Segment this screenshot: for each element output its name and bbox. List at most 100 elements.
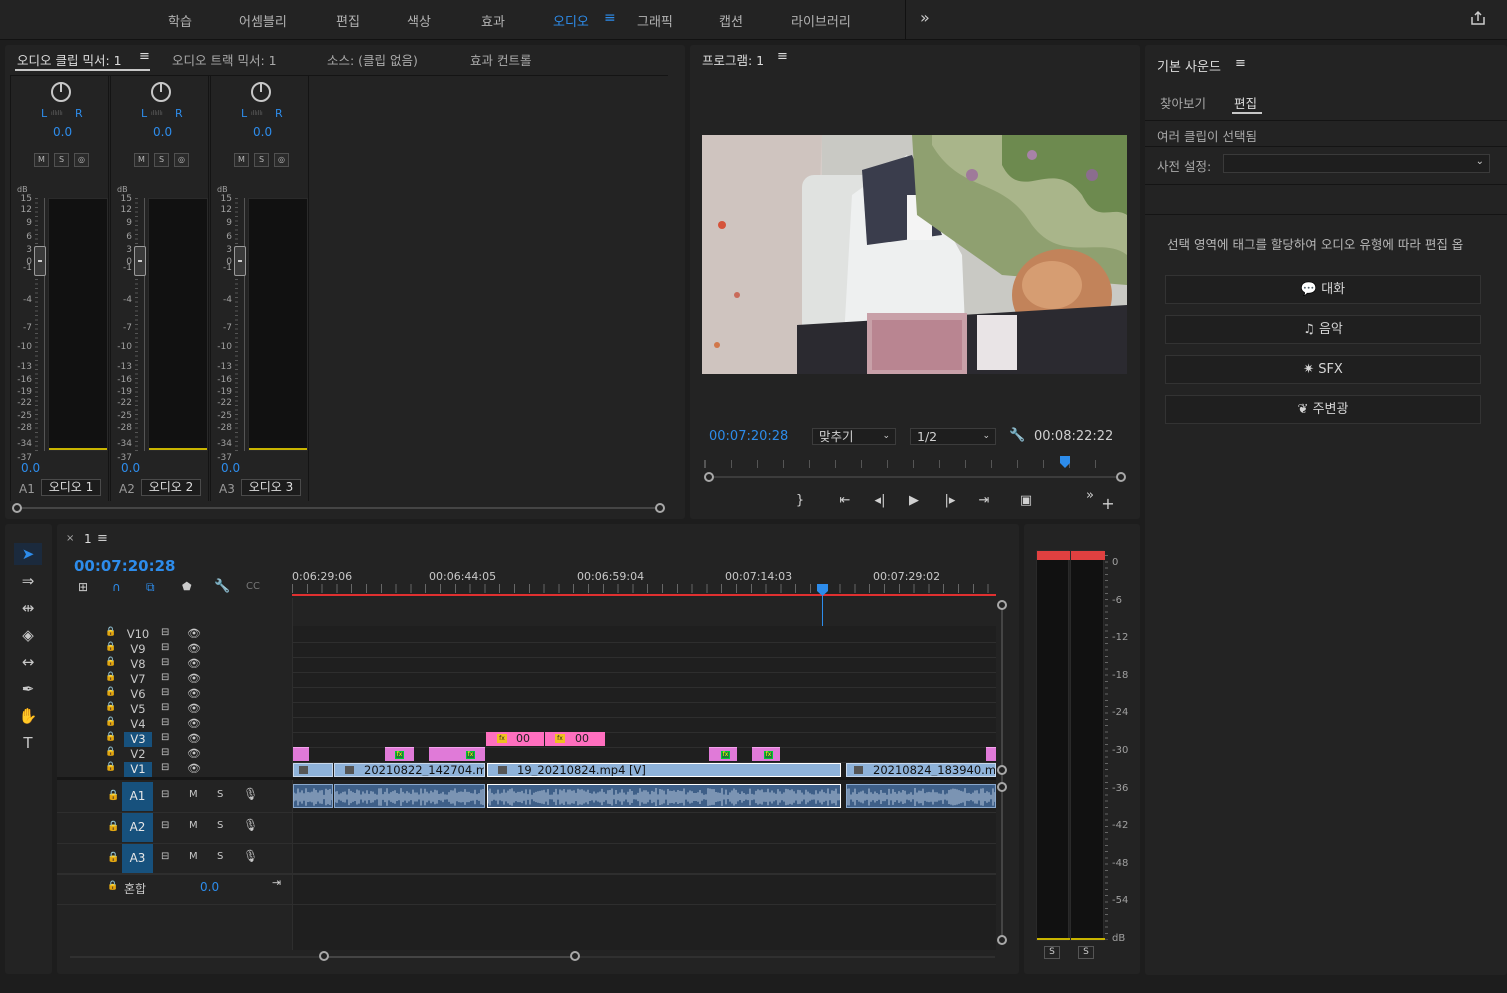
scrub-in-handle[interactable] (704, 472, 714, 482)
mixer-scrollbar[interactable] (15, 507, 662, 509)
fit-dropdown[interactable]: 맞추기 ⌄ (812, 428, 896, 445)
sfx-button[interactable]: ✷ SFX (1165, 355, 1481, 384)
mute-button[interactable]: M (189, 820, 198, 831)
snap-magnet-icon[interactable]: ∩ (112, 580, 121, 594)
microphone-icon[interactable]: 🎙 (243, 818, 258, 832)
workspace-editing[interactable]: 편집 (336, 11, 360, 30)
pan-value[interactable]: 0.0 (253, 125, 272, 139)
step-forward-icon[interactable]: |▸ (941, 493, 959, 508)
microphone-icon[interactable]: 🎙 (243, 849, 258, 863)
video-clip-selected[interactable]: 19_20210824.mp4 [V] (487, 763, 841, 777)
wrench-icon[interactable]: 🔧 (1009, 428, 1025, 443)
solo-right-button[interactable]: S (1078, 946, 1094, 959)
adjustment-clip[interactable] (293, 747, 309, 761)
volume-fader[interactable] (234, 246, 246, 276)
adjustment-clip[interactable]: fx (752, 747, 780, 761)
adjustment-clip[interactable]: fx (385, 747, 414, 761)
sync-lock-icon[interactable]: ⊟ (161, 717, 169, 728)
track-target-v4[interactable]: V4 (124, 717, 152, 732)
pan-value[interactable]: 0.0 (153, 125, 172, 139)
video-track-header[interactable]: 🔒 V1 ⊟ 👁 (57, 762, 292, 777)
zoom-handle-left[interactable] (319, 951, 329, 961)
tab-source[interactable]: 소스: (클립 없음) (327, 50, 418, 69)
volume-value[interactable]: 0.0 (221, 461, 240, 475)
track-target-v6[interactable]: V6 (124, 687, 152, 702)
mute-button[interactable]: M (134, 153, 149, 167)
audio-clip[interactable] (846, 784, 996, 808)
eye-icon[interactable]: 👁 (187, 627, 201, 640)
video-track-header[interactable]: 🔒 V5 ⊟ 👁 (57, 702, 292, 717)
graphic-clip[interactable]: fx 00 (545, 732, 605, 746)
share-icon[interactable] (1470, 10, 1486, 26)
video-track-header[interactable]: 🔒 V3 ⊟ 👁 (57, 732, 292, 747)
workspace-graphics[interactable]: 그래픽 (637, 11, 673, 30)
solo-button[interactable]: S (217, 789, 223, 800)
video-clip[interactable]: 20210822_142704.m (334, 763, 485, 777)
lock-icon[interactable]: 🔒 (105, 747, 116, 757)
lock-icon[interactable]: 🔒 (107, 852, 119, 863)
lock-icon[interactable]: 🔒 (105, 702, 116, 712)
solo-button[interactable]: S (217, 851, 223, 862)
record-button[interactable]: ◎ (174, 153, 189, 167)
mix-volume-value[interactable]: 0.0 (200, 880, 219, 894)
scroll-handle-left[interactable] (12, 503, 22, 513)
mute-button[interactable]: M (34, 153, 49, 167)
sync-lock-icon[interactable]: ⊟ (161, 820, 169, 831)
ambience-button[interactable]: ❦ 주변광 (1165, 395, 1481, 424)
adjustment-clip[interactable] (986, 747, 996, 761)
audio-clip-selected[interactable] (487, 784, 841, 808)
audio-track-target[interactable]: A2 (122, 813, 153, 842)
export-frame-icon[interactable]: ▣ (1017, 493, 1035, 508)
tab-browse[interactable]: 찾아보기 (1160, 93, 1206, 112)
timeline-playhead-head[interactable] (817, 584, 828, 596)
captions-icon[interactable]: CC (246, 581, 260, 592)
track-target-v10[interactable]: V10 (124, 627, 152, 642)
track-select-tool-icon[interactable]: ⇒ (14, 570, 42, 592)
eye-icon[interactable]: 👁 (187, 642, 201, 655)
lock-icon[interactable]: 🔒 (105, 627, 116, 637)
record-button[interactable]: ◎ (274, 153, 289, 167)
dialogue-button[interactable]: 💬 대화 (1165, 275, 1481, 304)
mute-button[interactable]: M (189, 789, 198, 800)
workspace-assembly[interactable]: 어셈블리 (239, 11, 287, 30)
preset-dropdown[interactable]: ⌄ (1223, 154, 1490, 173)
sync-lock-icon[interactable]: ⊟ (161, 627, 169, 638)
tab-audio-clip-mixer[interactable]: 오디오 클립 믹서: 1 (17, 50, 122, 69)
sync-lock-icon[interactable]: ⊟ (161, 762, 169, 773)
close-sequence-icon[interactable]: × (66, 533, 74, 544)
solo-button[interactable]: S (217, 820, 223, 831)
sync-lock-icon[interactable]: ⊟ (161, 851, 169, 862)
timeline-settings-icon[interactable]: 🔧 (214, 579, 230, 594)
adjustment-clip[interactable]: fx (709, 747, 737, 761)
track-target-v9[interactable]: V9 (124, 642, 152, 657)
sync-lock-icon[interactable]: ⊟ (161, 747, 169, 758)
eye-icon[interactable]: 👁 (187, 687, 201, 700)
lock-icon[interactable]: 🔒 (105, 717, 116, 727)
lock-icon[interactable]: 🔒 (107, 881, 118, 891)
zoom-handle-right[interactable] (570, 951, 580, 961)
volume-fader[interactable] (134, 246, 146, 276)
workspace-color[interactable]: 색상 (407, 11, 431, 30)
track-target-v5[interactable]: V5 (124, 702, 152, 717)
adjustment-clip[interactable] (429, 747, 456, 761)
sync-lock-icon[interactable]: ⊟ (161, 732, 169, 743)
track-target-v8[interactable]: V8 (124, 657, 152, 672)
lock-icon[interactable]: 🔒 (105, 687, 116, 697)
sync-lock-icon[interactable]: ⊟ (161, 687, 169, 698)
panel-menu-icon[interactable]: ≡ (97, 531, 108, 546)
video-track-header[interactable]: 🔒 V6 ⊟ 👁 (57, 687, 292, 702)
record-button[interactable]: ◎ (74, 153, 89, 167)
audio-track-target[interactable]: A3 (122, 844, 153, 873)
track-target-v1[interactable]: V1 (124, 762, 152, 777)
video-clip[interactable] (293, 763, 333, 777)
pan-knob-icon[interactable] (251, 82, 271, 102)
audio-track-header[interactable]: 🔒 A2 ⊟ M S 🎙 (57, 812, 292, 843)
video-track-header[interactable]: 🔒 V4 ⊟ 👁 (57, 717, 292, 732)
video-track-header[interactable]: 🔒 V8 ⊟ 👁 (57, 657, 292, 672)
lock-icon[interactable]: 🔒 (105, 657, 116, 667)
tab-edit[interactable]: 편집 (1234, 93, 1257, 112)
pan-value[interactable]: 0.0 (53, 125, 72, 139)
eye-icon[interactable]: 👁 (187, 747, 201, 760)
v-scroll-handle[interactable] (997, 935, 1007, 945)
hand-tool-icon[interactable]: ✋ (14, 705, 42, 727)
